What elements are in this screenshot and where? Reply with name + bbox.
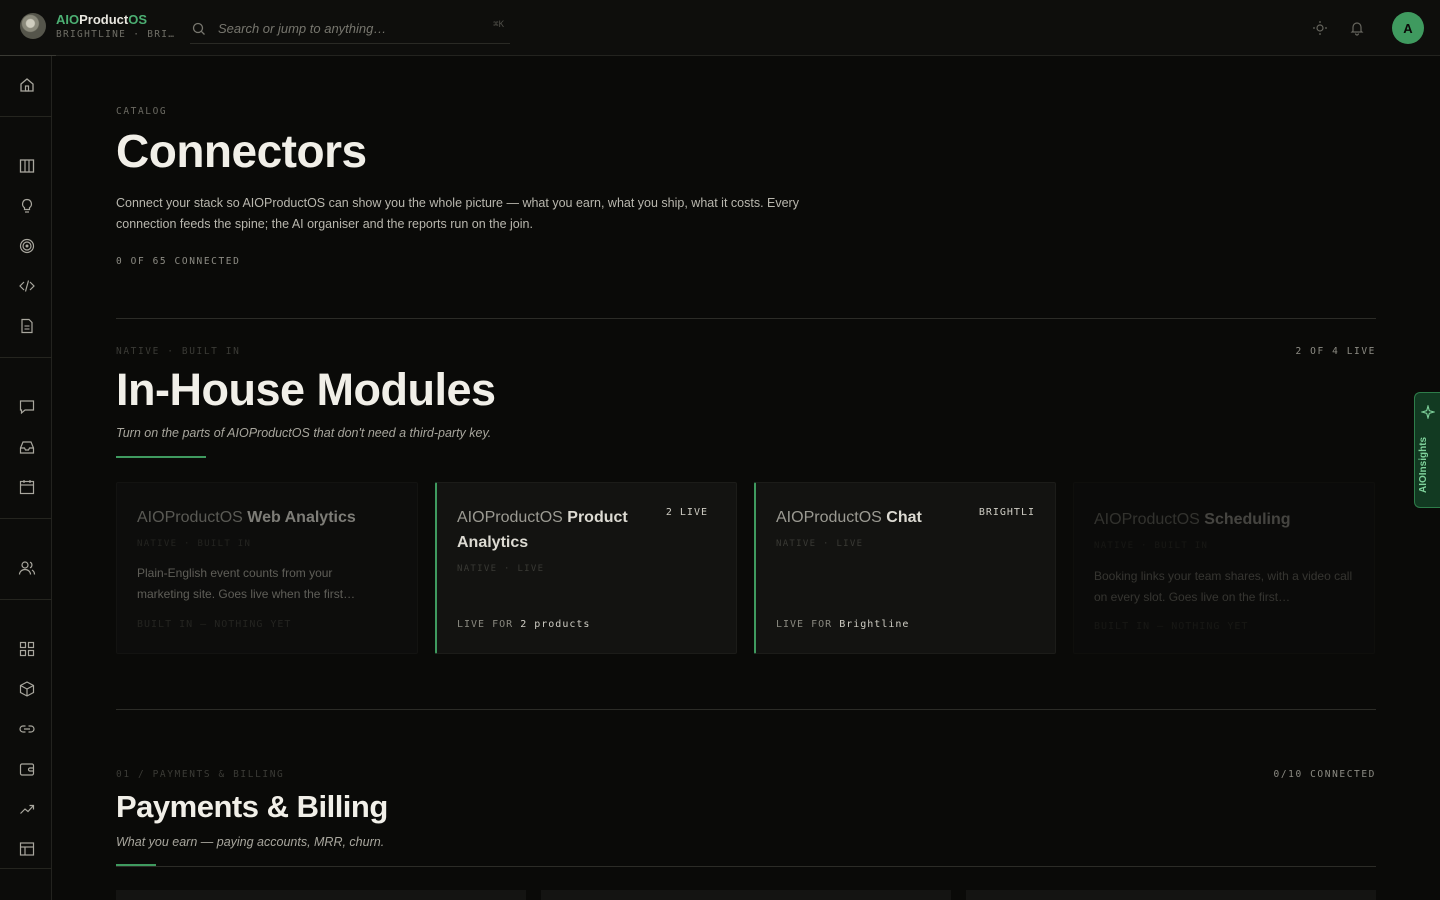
- section-title: In-House Modules: [116, 364, 496, 415]
- connector-card[interactable]: [966, 890, 1376, 900]
- search-shortcut: ⌘K: [493, 20, 504, 30]
- page-eyebrow: CATALOG: [116, 106, 168, 117]
- search-placeholder: Search or jump to anything…: [218, 21, 387, 36]
- section-accent-bar: [116, 456, 206, 458]
- page-description: Connect your stack so AIOProductOS can s…: [116, 196, 799, 231]
- section-title: Payments & Billing: [116, 789, 388, 824]
- lightbulb-icon[interactable]: [16, 195, 38, 217]
- theme-toggle-icon[interactable]: [1310, 18, 1330, 38]
- card-footer: BUILT IN — NOTHING YET: [1094, 621, 1249, 632]
- avatar[interactable]: A: [1392, 12, 1424, 44]
- module-card-scheduling[interactable]: AIOProductOS Scheduling NATIVE · BUILT I…: [1073, 482, 1375, 654]
- divider: [0, 868, 52, 869]
- code-icon[interactable]: [16, 275, 38, 297]
- calendar-icon[interactable]: [16, 476, 38, 498]
- sparkle-icon: [1421, 405, 1435, 419]
- card-description: Plain-English event counts from your mar…: [137, 566, 356, 601]
- link-icon[interactable]: [16, 718, 38, 740]
- box-icon[interactable]: [16, 678, 38, 700]
- module-card-product-analytics[interactable]: AIOProductOS Product Analytics 2 LIVE NA…: [435, 482, 737, 654]
- inbox-icon[interactable]: [16, 436, 38, 458]
- chat-icon[interactable]: [16, 396, 38, 418]
- section-subtitle: What you earn — paying accounts, MRR, ch…: [116, 835, 385, 849]
- card-footer: LIVE FOR 2 products: [457, 619, 591, 630]
- divider: [116, 318, 1376, 319]
- card-meta: NATIVE · BUILT IN: [1094, 541, 1209, 551]
- grid-icon[interactable]: [16, 638, 38, 660]
- page-title: Connectors: [116, 125, 367, 177]
- brand-logo: [20, 13, 46, 39]
- card-title: AIOProductOS Product Analytics: [457, 509, 628, 551]
- divider: [0, 357, 52, 358]
- divider: [116, 709, 1376, 710]
- document-icon[interactable]: [16, 315, 38, 337]
- table-icon[interactable]: [16, 838, 38, 860]
- divider: [0, 599, 52, 600]
- module-card-web-analytics[interactable]: AIOProductOS Web Analytics NATIVE · BUIL…: [116, 482, 418, 654]
- columns-icon[interactable]: [16, 155, 38, 177]
- card-meta: NATIVE · LIVE: [457, 564, 545, 574]
- card-description: Booking links your team shares, with a v…: [1094, 569, 1353, 604]
- connector-card[interactable]: [116, 890, 526, 900]
- users-icon[interactable]: [16, 557, 38, 579]
- card-title: AIOProductOS Scheduling: [1094, 511, 1291, 528]
- section-status: 2 OF 4 LIVE: [1295, 346, 1376, 357]
- card-meta: NATIVE · BUILT IN: [137, 539, 252, 549]
- sidebar: [0, 56, 52, 900]
- module-card-chat[interactable]: AIOProductOS Chat BRIGHTLI NATIVE · LIVE…: [754, 482, 1056, 654]
- workspace-name: BRIGHTLINE · BRI…: [56, 29, 176, 40]
- card-meta: NATIVE · LIVE: [776, 539, 864, 549]
- insights-tab[interactable]: AIOInsights: [1414, 392, 1440, 508]
- section-eyebrow: NATIVE · BUILT IN: [116, 346, 241, 357]
- target-icon[interactable]: [16, 235, 38, 257]
- home-icon[interactable]: [16, 74, 38, 96]
- card-footer: LIVE FOR Brightline: [776, 619, 910, 630]
- section-subtitle: Turn on the parts of AIOProductOS that d…: [116, 426, 492, 440]
- top-bar: AIOProductOS BRIGHTLINE · BRI… Search or…: [0, 0, 1440, 56]
- connector-card[interactable]: [541, 890, 951, 900]
- search-input[interactable]: Search or jump to anything… ⌘K: [190, 14, 510, 44]
- divider: [0, 518, 52, 519]
- connected-count: 0 OF 65 CONNECTED: [116, 256, 241, 267]
- live-badge: 2 LIVE: [665, 507, 708, 518]
- insights-label: AIOInsights: [1418, 436, 1429, 493]
- card-title: AIOProductOS Web Analytics: [137, 509, 356, 526]
- workspace-badge: BRIGHTLI: [978, 507, 1035, 518]
- search-icon: [192, 22, 205, 35]
- trend-icon[interactable]: [16, 798, 38, 820]
- section-eyebrow: 01 / PAYMENTS & BILLING: [116, 769, 285, 780]
- divider: [0, 116, 52, 117]
- brand[interactable]: AIOProductOS BRIGHTLINE · BRI…: [20, 12, 175, 40]
- brand-name: AIOProductOS: [56, 12, 148, 27]
- card-footer: BUILT IN — NOTHING YET: [137, 619, 292, 630]
- divider: [116, 866, 1376, 867]
- bell-icon[interactable]: [1347, 18, 1367, 38]
- section-status: 0/10 CONNECTED: [1273, 769, 1376, 780]
- wallet-icon[interactable]: [16, 758, 38, 780]
- main-content: CATALOG Connectors Connect your stack so…: [52, 56, 1440, 900]
- card-title: AIOProductOS Chat: [776, 509, 922, 526]
